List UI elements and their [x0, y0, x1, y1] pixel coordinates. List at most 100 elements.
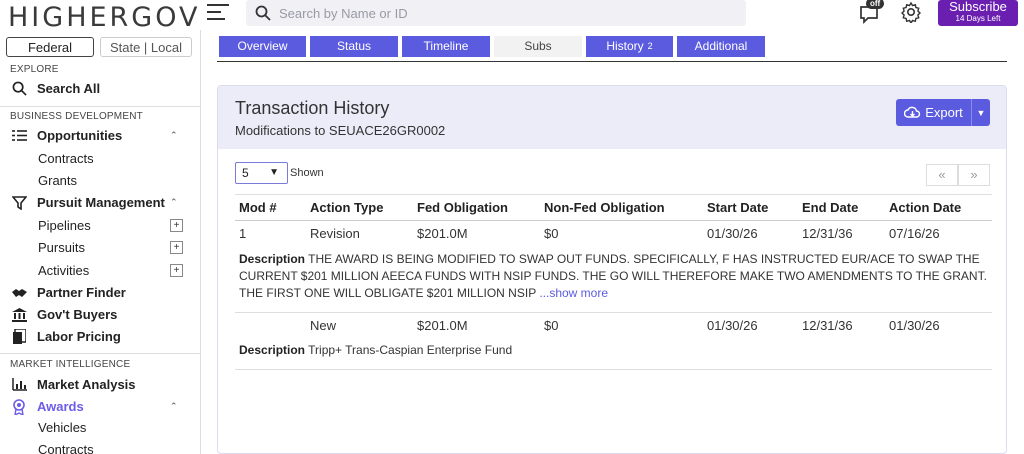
action-date: 07/16/26 — [889, 226, 940, 242]
sidebar-item-search-all[interactable]: Search All — [10, 81, 190, 96]
sidebar-label: Labor Pricing — [37, 329, 121, 344]
page-size-value: 5 — [242, 166, 249, 180]
column-header[interactable]: Mod # — [235, 194, 306, 221]
start-date: 01/30/26 — [707, 317, 758, 333]
end-date: 12/31/36 — [802, 226, 853, 242]
sidebar-item-pipelines[interactable]: Pipelines + — [38, 218, 188, 233]
government-building-icon — [10, 307, 28, 322]
sidebar-item-awards[interactable]: Awards ⌃ — [10, 398, 190, 415]
card-subtitle: Modifications to SEUACE26GR0002 — [235, 123, 446, 138]
notifications-badge: off — [866, 0, 885, 9]
next-page-button[interactable]: » — [958, 164, 990, 186]
cloud-download-icon — [904, 106, 921, 118]
transaction-table: Mod # Action Type Fed Obligation Non-Fed… — [235, 194, 992, 370]
sidebar-label: Pipelines — [38, 218, 91, 233]
scope-toggle: Federal State | Local — [6, 37, 192, 57]
sidebar-item-vehicles[interactable]: Vehicles — [38, 420, 188, 435]
menu-icon[interactable] — [207, 4, 229, 20]
start-date: 01/30/26 — [707, 226, 758, 242]
sidebar-item-partner-finder[interactable]: Partner Finder — [10, 285, 190, 300]
tab-timeline[interactable]: Timeline — [402, 36, 490, 57]
description-cell: Description Tripp+ Trans-Caspian Enterpr… — [235, 338, 992, 370]
column-header[interactable]: Non-Fed Obligation — [540, 194, 703, 221]
sidebar-label: Gov't Buyers — [37, 307, 118, 322]
tab-additional[interactable]: Additional — [677, 36, 765, 57]
column-header[interactable]: Fed Obligation — [413, 194, 540, 221]
sidebar-item-grants[interactable]: Grants — [38, 173, 188, 188]
sidebar-label: Awards — [37, 399, 84, 414]
sidebar-item-opportunities[interactable]: Opportunities ⌃ — [10, 128, 190, 143]
mod-number: 1 — [239, 226, 247, 242]
export-dropdown-button[interactable]: ▼ — [971, 99, 990, 126]
tab-subs[interactable]: Subs — [494, 36, 582, 57]
calculator-icon — [10, 329, 28, 344]
notifications-button[interactable]: off — [858, 0, 885, 25]
bar-chart-icon — [10, 378, 28, 392]
export-button[interactable]: Export — [896, 99, 971, 126]
sidebar: Federal State | Local EXPLORE Search All… — [0, 30, 201, 454]
chevron-down-icon: ▼ — [269, 167, 279, 178]
chevron-up-icon[interactable]: ⌃ — [170, 130, 178, 141]
sidebar-item-pursuits[interactable]: Pursuits + — [38, 240, 188, 255]
description-row: Description Tripp+ Trans-Caspian Enterpr… — [235, 338, 992, 370]
add-pipeline-icon[interactable]: + — [170, 219, 183, 232]
search-icon — [10, 81, 28, 96]
action-type: New — [310, 317, 337, 333]
sidebar-item-market-analysis[interactable]: Market Analysis — [10, 377, 190, 392]
sidebar-label: Search All — [37, 81, 101, 96]
end-date: 12/31/36 — [802, 317, 853, 333]
search-icon — [255, 5, 271, 21]
search-input[interactable] — [279, 5, 719, 21]
action-type: Revision — [310, 226, 360, 242]
description-row: Description THE AWARD IS BEING MODIFIED … — [235, 246, 992, 313]
description-label: Description — [239, 343, 306, 357]
sidebar-label: Pursuit Management — [37, 195, 165, 210]
table-row: New $201.0M $0 01/30/26 12/31/36 01/30/2… — [235, 312, 992, 338]
sidebar-item-contracts-awards[interactable]: Contracts — [38, 442, 188, 454]
sidebar-item-activities[interactable]: Activities + — [38, 263, 188, 278]
column-header[interactable]: Start Date — [703, 194, 798, 221]
show-more-link[interactable]: ...show more — [539, 286, 608, 300]
sidebar-item-labor-pricing[interactable]: Labor Pricing — [10, 329, 190, 344]
search-bar[interactable] — [246, 0, 746, 26]
fed-obligation: $201.0M — [417, 317, 468, 333]
shown-label: Shown — [290, 167, 324, 179]
add-pursuit-icon[interactable]: + — [170, 241, 183, 254]
highergov-logo[interactable]: HIGHERGOV — [8, 2, 200, 33]
divider — [0, 106, 201, 107]
sidebar-item-pursuit-management[interactable]: Pursuit Management ⌃ — [10, 195, 190, 210]
fed-obligation: $201.0M — [417, 226, 468, 242]
chevron-up-icon[interactable]: ⌃ — [170, 197, 178, 208]
prev-page-button[interactable]: « — [926, 164, 958, 186]
bizdev-heading: BUSINESS DEVELOPMENT — [10, 111, 143, 122]
sidebar-label: Opportunities — [37, 128, 123, 143]
nonfed-obligation: $0 — [544, 317, 559, 333]
settings-button[interactable] — [900, 1, 922, 25]
tab-history[interactable]: History 2 — [586, 36, 673, 57]
subscribe-label: Subscribe — [949, 0, 1007, 14]
sidebar-item-govt-buyers[interactable]: Gov't Buyers — [10, 307, 190, 322]
tab-status[interactable]: Status — [310, 36, 398, 57]
federal-toggle[interactable]: Federal — [6, 37, 94, 57]
award-ribbon-icon — [10, 398, 28, 415]
column-header[interactable]: Action Type — [306, 194, 413, 221]
page-size-select[interactable]: 5 ▼ — [235, 162, 288, 184]
export-label: Export — [925, 105, 963, 120]
sidebar-item-contracts[interactable]: Contracts — [38, 151, 188, 166]
tab-overview[interactable]: Overview — [219, 36, 306, 57]
state-local-toggle[interactable]: State | Local — [100, 37, 192, 57]
column-header[interactable]: End Date — [798, 194, 885, 221]
add-activity-icon[interactable]: + — [170, 264, 183, 277]
sidebar-label: Activities — [38, 263, 90, 278]
tabs-divider — [217, 61, 1007, 62]
description-text: THE AWARD IS BEING MODIFIED TO SWAP OUT … — [239, 251, 987, 300]
list-icon — [10, 129, 28, 143]
chevron-up-icon[interactable]: ⌃ — [170, 401, 178, 412]
history-count-badge: 2 — [647, 41, 653, 51]
card-header: Transaction History Modifications to SEU… — [218, 86, 1006, 149]
sidebar-label: Market Analysis — [37, 377, 136, 392]
subscribe-button[interactable]: Subscribe 14 Days Left — [938, 0, 1018, 26]
column-header[interactable]: Action Date — [885, 194, 992, 221]
action-date: 01/30/26 — [889, 317, 940, 333]
divider — [0, 353, 201, 354]
